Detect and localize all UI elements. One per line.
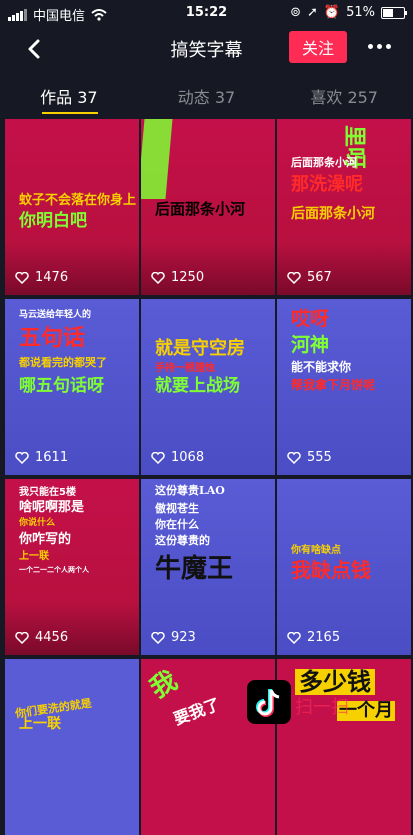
battery-icon (381, 6, 407, 19)
caption-text: 帮我拿下月饼呢 (291, 378, 376, 392)
caption-text: 多少钱 (295, 669, 375, 695)
caption-text: 傲视苍生 (155, 502, 199, 515)
like-count: 1250 (151, 270, 204, 285)
video-thumbnail[interactable]: 我只能在5楼 啥呢啊那是 你说什么 你咋写的 上一联 一个二一二个人两个人 44… (5, 479, 139, 655)
heart-icon (151, 451, 165, 464)
like-count: 923 (151, 630, 196, 645)
caption-text: 就是守空房 (155, 338, 245, 359)
video-thumbnail[interactable]: 就是守空房 手持一根腊烛 就要上战场 1068 (141, 299, 275, 475)
caption-text: 我只能在5楼 (19, 487, 76, 498)
caption-text: 你在什么 (155, 518, 199, 531)
heart-icon (287, 631, 301, 644)
caption-text: 都说看完的都哭了 (19, 356, 107, 369)
caption-text: 后面那条小河 (291, 206, 375, 222)
tiktok-logo-icon (247, 680, 291, 724)
heart-icon (151, 271, 165, 284)
caption-text: 河神 (291, 334, 330, 356)
caption-text: 后面那条小河 (155, 200, 246, 218)
more-options-icon[interactable] (368, 44, 391, 49)
like-count: 555 (287, 450, 332, 465)
like-count: 4456 (15, 630, 68, 645)
video-thumbnail[interactable]: 这份尊贵LAO 傲视苍生 你在什么 这份尊贵的 牛魔王 923 (141, 479, 275, 655)
caption-text: 就要上战场 (155, 376, 240, 396)
follow-button[interactable]: 关注 (289, 31, 347, 63)
tab-activity[interactable]: 动态 37 (138, 76, 276, 114)
like-count: 2165 (287, 630, 340, 645)
caption-text: 蚊子不会落在你身上 (19, 193, 137, 208)
video-thumbnail[interactable]: 你有啥缺点 我缺点钱 2165 (277, 479, 411, 655)
caption-text: 你咋写的 (19, 532, 72, 547)
caption-text: 啥呢啊那是 (19, 500, 85, 515)
status-bar: 中国电信 15:22 ⊚ ➚ ⏰ 51% (0, 0, 413, 26)
heart-icon (151, 631, 165, 644)
tab-works[interactable]: 作品 37 (0, 76, 138, 114)
like-count: 1068 (151, 450, 204, 465)
profile-tabs: 作品 37 动态 37 喜欢 257 (0, 76, 413, 114)
caption-text: 你明白吧 (19, 211, 87, 231)
caption-text: 牛魔王 (155, 554, 234, 584)
caption-text: 上一联 (19, 551, 49, 562)
profile-header: 搞笑字幕 关注 (0, 26, 413, 72)
video-thumbnail[interactable]: 你们要洗的就是 上一联 (5, 659, 139, 835)
heart-icon (15, 631, 29, 644)
caption-text: 五句话 (19, 326, 86, 351)
caption-text: 我缺点钱 (291, 558, 371, 582)
video-thumbnail[interactable]: 马云送给年轻人的 五句话 都说看完的都哭了 哪五句话呀 1611 (5, 299, 139, 475)
caption-text: 哎呀 (291, 308, 330, 330)
heart-icon (287, 271, 301, 284)
caption-text: 这份尊贵的 (155, 534, 210, 547)
battery-percent: 51% (346, 5, 375, 20)
page-title: 搞笑字幕 (170, 40, 243, 61)
video-thumbnail[interactable]: 多少钱 一个月 (277, 659, 411, 835)
rotation-lock-icon: ⊚ (290, 5, 301, 20)
like-count: 567 (287, 270, 332, 285)
caption-text: 这份尊贵LAO (155, 484, 225, 497)
heart-icon (15, 451, 29, 464)
heart-icon (15, 271, 29, 284)
video-thumbnail[interactable]: 后面那条小河 1250 (141, 119, 275, 295)
video-thumbnail[interactable]: 蚊子不会落在你身上 你明白吧 1476 (5, 119, 139, 295)
caption-text: 你有啥缺点 (291, 545, 341, 556)
caption-text: 我 (145, 665, 183, 705)
caption-text: 那洗澡呢 (291, 174, 363, 195)
caption-text: 你说什么 (19, 518, 56, 528)
heart-icon (287, 451, 301, 464)
like-count: 1611 (15, 450, 68, 465)
location-icon: ➚ (307, 5, 318, 20)
caption-text: 能不能求你 (291, 360, 352, 374)
caption-text: 一个二一二个人两个人 (19, 566, 89, 574)
caption-text: 后面那条小河 (291, 156, 357, 169)
tab-likes[interactable]: 喜欢 257 (275, 76, 413, 114)
watermark-text: 扫一扫 (295, 697, 349, 718)
like-count: 1476 (15, 270, 68, 285)
caption-text: 上一联 (19, 716, 61, 732)
alarm-icon: ⏰ (323, 5, 341, 20)
caption-text: 马云送给年轻人的 (19, 310, 92, 320)
caption-text: 哪五句话呀 (19, 376, 104, 396)
caption-text: 要我了 (171, 694, 223, 729)
video-thumbnail[interactable]: 哎呀 河神 能不能求你 帮我拿下月饼呢 555 (277, 299, 411, 475)
caption-text: 手持一根腊烛 (155, 363, 215, 374)
video-thumbnail[interactable]: 里呀 后面那条小河 那洗澡呢 后面那条小河 567 (277, 119, 411, 295)
